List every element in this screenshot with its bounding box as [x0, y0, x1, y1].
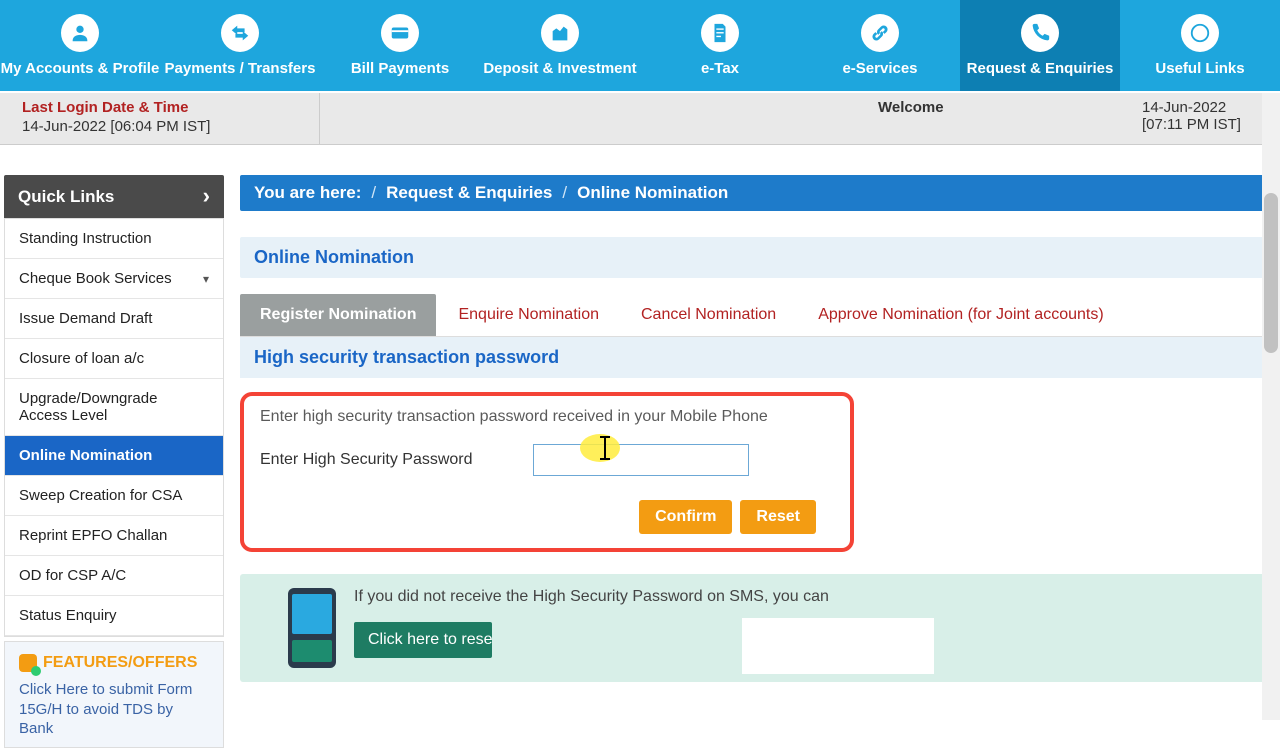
features-title-text: FEATURES/OFFERS	[43, 654, 197, 672]
tab-register-nomination[interactable]: Register Nomination	[240, 294, 436, 336]
last-login-value: 14-Jun-2022 [06:04 PM IST]	[22, 118, 297, 135]
now-time: [07:11 PM IST]	[1142, 116, 1268, 133]
features-offers-box: FEATURES/OFFERS Click Here to submit For…	[4, 641, 224, 748]
features-link[interactable]: Click Here to submit Form 15G/H to avoid…	[19, 680, 209, 739]
section-subtitle: High security transaction password	[240, 337, 1272, 378]
tab-enquire-nomination[interactable]: Enquire Nomination	[438, 294, 619, 336]
link-icon	[861, 14, 899, 52]
tab-cancel-nomination[interactable]: Cancel Nomination	[621, 294, 796, 336]
resend-button[interactable]: Click here to resend	[354, 622, 492, 658]
high-security-password-input[interactable]	[533, 444, 749, 476]
otp-box: Enter high security transaction password…	[240, 392, 854, 552]
quick-links-title: Quick Links	[18, 187, 114, 207]
nav-label: Payments / Transfers	[165, 60, 316, 77]
tag-icon	[19, 654, 37, 672]
sidebar-item-closure-loan[interactable]: Closure of loan a/c	[5, 339, 223, 379]
invest-icon	[541, 14, 579, 52]
features-title: FEATURES/OFFERS	[19, 654, 209, 672]
sidebar-item-status-enquiry[interactable]: Status Enquiry	[5, 596, 223, 636]
current-time-block: 14-Jun-2022 [07:11 PM IST]	[1130, 93, 1280, 144]
nav-bill-payments[interactable]: Bill Payments	[320, 0, 480, 91]
nav-label: e-Services	[842, 60, 917, 77]
nav-payments[interactable]: Payments / Transfers	[160, 0, 320, 91]
nav-label: Useful Links	[1155, 60, 1244, 77]
sidebar-item-reprint-epfo[interactable]: Reprint EPFO Challan	[5, 516, 223, 556]
mobile-phone-icon	[288, 588, 336, 668]
reset-button[interactable]: Reset	[740, 500, 816, 534]
card-icon	[381, 14, 419, 52]
sidebar-item-demand-draft[interactable]: Issue Demand Draft	[5, 299, 223, 339]
otp-label: Enter High Security Password	[260, 451, 473, 469]
otp-row: Enter High Security Password	[260, 444, 834, 476]
breadcrumb-page[interactable]: Online Nomination	[577, 183, 728, 203]
person-icon	[61, 14, 99, 52]
nav-deposit[interactable]: Deposit & Investment	[480, 0, 640, 91]
resend-card: If you did not receive the High Security…	[240, 574, 1272, 682]
nav-etax[interactable]: e-Tax	[640, 0, 800, 91]
button-row: Confirm Reset	[260, 500, 834, 534]
sidebar-item-cheque-book[interactable]: Cheque Book Services	[5, 259, 223, 299]
breadcrumb-sep: /	[371, 183, 376, 203]
nav-label: e-Tax	[701, 60, 739, 77]
nav-eservices[interactable]: e-Services	[800, 0, 960, 91]
nav-my-accounts[interactable]: My Accounts & Profile	[0, 0, 160, 91]
breadcrumb-sep: /	[562, 183, 567, 203]
top-nav: My Accounts & Profile Payments / Transfe…	[0, 0, 1280, 93]
quick-links-header[interactable]: Quick Links	[4, 175, 224, 218]
breadcrumb-prefix: You are here:	[254, 183, 361, 203]
nav-label: Deposit & Investment	[483, 60, 636, 77]
overlay-mask	[742, 618, 934, 674]
sidebar-item-standing-instruction[interactable]: Standing Instruction	[5, 219, 223, 259]
resend-text: If you did not receive the High Security…	[354, 588, 1254, 606]
welcome-label: Welcome	[860, 93, 1130, 144]
transfer-icon	[221, 14, 259, 52]
page-title: Online Nomination	[240, 237, 1272, 278]
scrollbar-thumb[interactable]	[1264, 193, 1278, 353]
compass-icon	[1181, 14, 1219, 52]
tab-approve-nomination[interactable]: Approve Nomination (for Joint accounts)	[798, 294, 1123, 336]
nav-useful-links[interactable]: Useful Links	[1120, 0, 1280, 91]
nomination-tabs: Register Nomination Enquire Nomination C…	[240, 294, 1272, 337]
sidebar: Quick Links Standing Instruction Cheque …	[4, 175, 224, 748]
sidebar-item-od-csp[interactable]: OD for CSP A/C	[5, 556, 223, 596]
last-login-title: Last Login Date & Time	[22, 99, 297, 116]
breadcrumb-section[interactable]: Request & Enquiries	[386, 183, 552, 203]
sidebar-item-online-nomination[interactable]: Online Nomination	[5, 436, 223, 476]
nav-request-enquiries[interactable]: Request & Enquiries	[960, 0, 1120, 91]
phone-icon	[1021, 14, 1059, 52]
nav-label: Bill Payments	[351, 60, 449, 77]
main-content: You are here: / Request & Enquiries / On…	[224, 175, 1280, 748]
sidebar-item-sweep-csa[interactable]: Sweep Creation for CSA	[5, 476, 223, 516]
info-bar: Last Login Date & Time 14-Jun-2022 [06:0…	[0, 93, 1280, 145]
scrollbar-track[interactable]	[1262, 93, 1280, 720]
nav-label: Request & Enquiries	[967, 60, 1114, 77]
quick-links-list: Standing Instruction Cheque Book Service…	[4, 218, 224, 637]
doc-icon	[701, 14, 739, 52]
sidebar-item-upgrade-access[interactable]: Upgrade/Downgrade Access Level	[5, 379, 223, 436]
otp-instruction: Enter high security transaction password…	[260, 408, 834, 426]
chevron-right-icon	[203, 185, 210, 208]
now-date: 14-Jun-2022	[1142, 99, 1268, 116]
confirm-button[interactable]: Confirm	[639, 500, 732, 534]
spacer	[320, 93, 860, 144]
breadcrumb: You are here: / Request & Enquiries / On…	[240, 175, 1272, 211]
nav-label: My Accounts & Profile	[1, 60, 160, 77]
last-login-block: Last Login Date & Time 14-Jun-2022 [06:0…	[0, 93, 320, 144]
